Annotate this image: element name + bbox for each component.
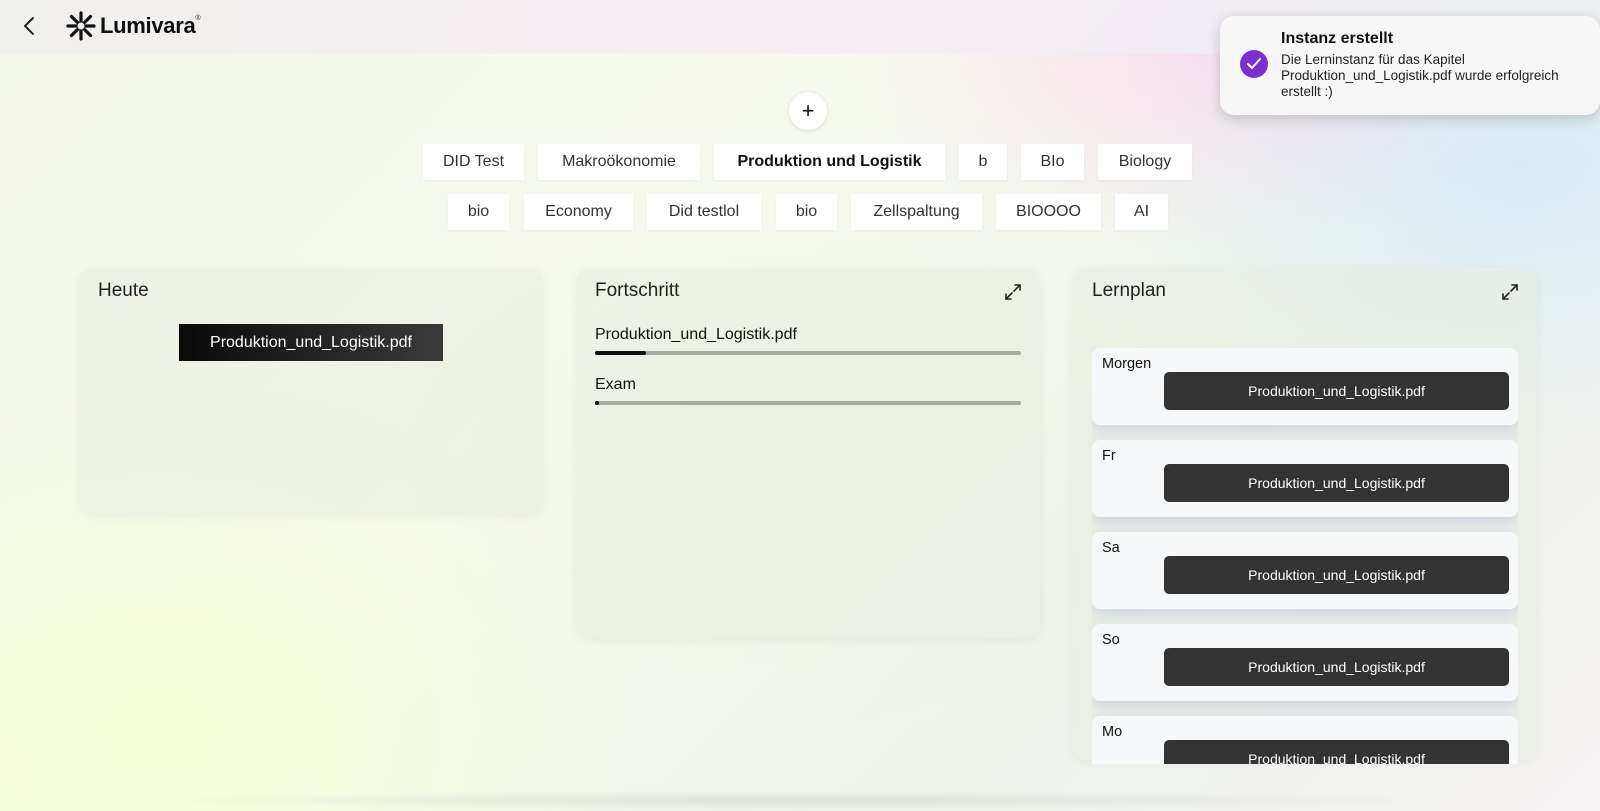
bottom-glow xyxy=(140,790,1460,811)
check-circle-icon xyxy=(1240,50,1268,78)
toast-message: Die Lerninstanz für das Kapitel Produkti… xyxy=(1281,52,1559,99)
subject-chip[interactable]: Zellspaltung xyxy=(851,194,982,230)
subject-chip[interactable]: b xyxy=(959,144,1007,180)
subject-chip[interactable]: BIOOOO xyxy=(996,194,1101,230)
toast-title: Instanz erstellt xyxy=(1281,30,1394,47)
plan-document-button[interactable]: Produktion_und_Logistik.pdf xyxy=(1164,372,1509,410)
subject-chip[interactable]: AI xyxy=(1115,194,1168,230)
day-label: Morgen xyxy=(1102,356,1152,372)
progress-title: Fortschritt xyxy=(595,280,680,301)
progress-bar xyxy=(595,351,1021,355)
plan-title: Lernplan xyxy=(1092,280,1166,301)
plan-panel: Lernplan Morgen Produktion_und_Logistik.… xyxy=(1073,268,1537,764)
day-label: Mo xyxy=(1102,724,1123,740)
subject-chip[interactable]: Makroökonomie xyxy=(538,144,700,180)
subject-chip[interactable]: BIo xyxy=(1021,144,1084,180)
subject-chip[interactable]: Biology xyxy=(1098,144,1192,180)
plan-day-card: Sa Produktion_und_Logistik.pdf xyxy=(1092,532,1518,609)
subject-chip[interactable]: Economy xyxy=(524,194,633,230)
progress-panel: Fortschritt Produktion_und_Logistik.pdf … xyxy=(576,268,1040,638)
progress-bar xyxy=(595,401,1021,405)
logo[interactable]: Lumivara® xyxy=(66,11,201,41)
back-button[interactable] xyxy=(16,13,42,39)
today-document-button[interactable]: Produktion_und_Logistik.pdf xyxy=(179,324,443,361)
plan-list[interactable]: Morgen Produktion_und_Logistik.pdf Fr Pr… xyxy=(1092,348,1518,764)
plan-document-button[interactable]: Produktion_und_Logistik.pdf xyxy=(1164,648,1509,686)
today-title: Heute xyxy=(98,280,149,301)
expand-icon[interactable] xyxy=(1003,282,1023,302)
plan-day-card: So Produktion_und_Logistik.pdf xyxy=(1092,624,1518,701)
plan-document-button[interactable]: Produktion_und_Logistik.pdf xyxy=(1164,556,1509,594)
subject-chip-active[interactable]: Produktion und Logistik xyxy=(714,144,945,180)
chevron-left-icon xyxy=(24,17,34,35)
day-label: Fr xyxy=(1102,448,1116,464)
plan-day-card: Mo Produktion_und_Logistik.pdf xyxy=(1092,716,1518,764)
starburst-icon xyxy=(66,11,96,41)
expand-icon[interactable] xyxy=(1500,282,1520,302)
today-panel: Heute Produktion_und_Logistik.pdf xyxy=(79,268,543,514)
subject-chip[interactable]: bio xyxy=(776,194,837,230)
subject-chip[interactable]: Did testlol xyxy=(647,194,761,230)
subject-chip[interactable]: DID Test xyxy=(423,144,524,180)
add-subject-button[interactable]: + xyxy=(789,92,827,130)
subject-chip[interactable]: bio xyxy=(448,194,509,230)
plan-day-card: Morgen Produktion_und_Logistik.pdf xyxy=(1092,348,1518,425)
logo-text: Lumivara® xyxy=(100,13,201,38)
progress-item-label: Exam xyxy=(595,376,636,393)
progress-bar-fill xyxy=(595,351,647,355)
day-label: Sa xyxy=(1102,540,1120,556)
plan-document-button[interactable]: Produktion_und_Logistik.pdf xyxy=(1164,740,1509,764)
plan-day-card: Fr Produktion_und_Logistik.pdf xyxy=(1092,440,1518,517)
plan-document-button[interactable]: Produktion_und_Logistik.pdf xyxy=(1164,464,1509,502)
toast-notification[interactable]: Instanz erstellt Die Lerninstanz für das… xyxy=(1220,16,1600,115)
day-label: So xyxy=(1102,632,1120,648)
progress-bar-fill xyxy=(595,401,600,405)
plus-icon: + xyxy=(801,98,815,123)
progress-item-label: Produktion_und_Logistik.pdf xyxy=(595,326,797,343)
